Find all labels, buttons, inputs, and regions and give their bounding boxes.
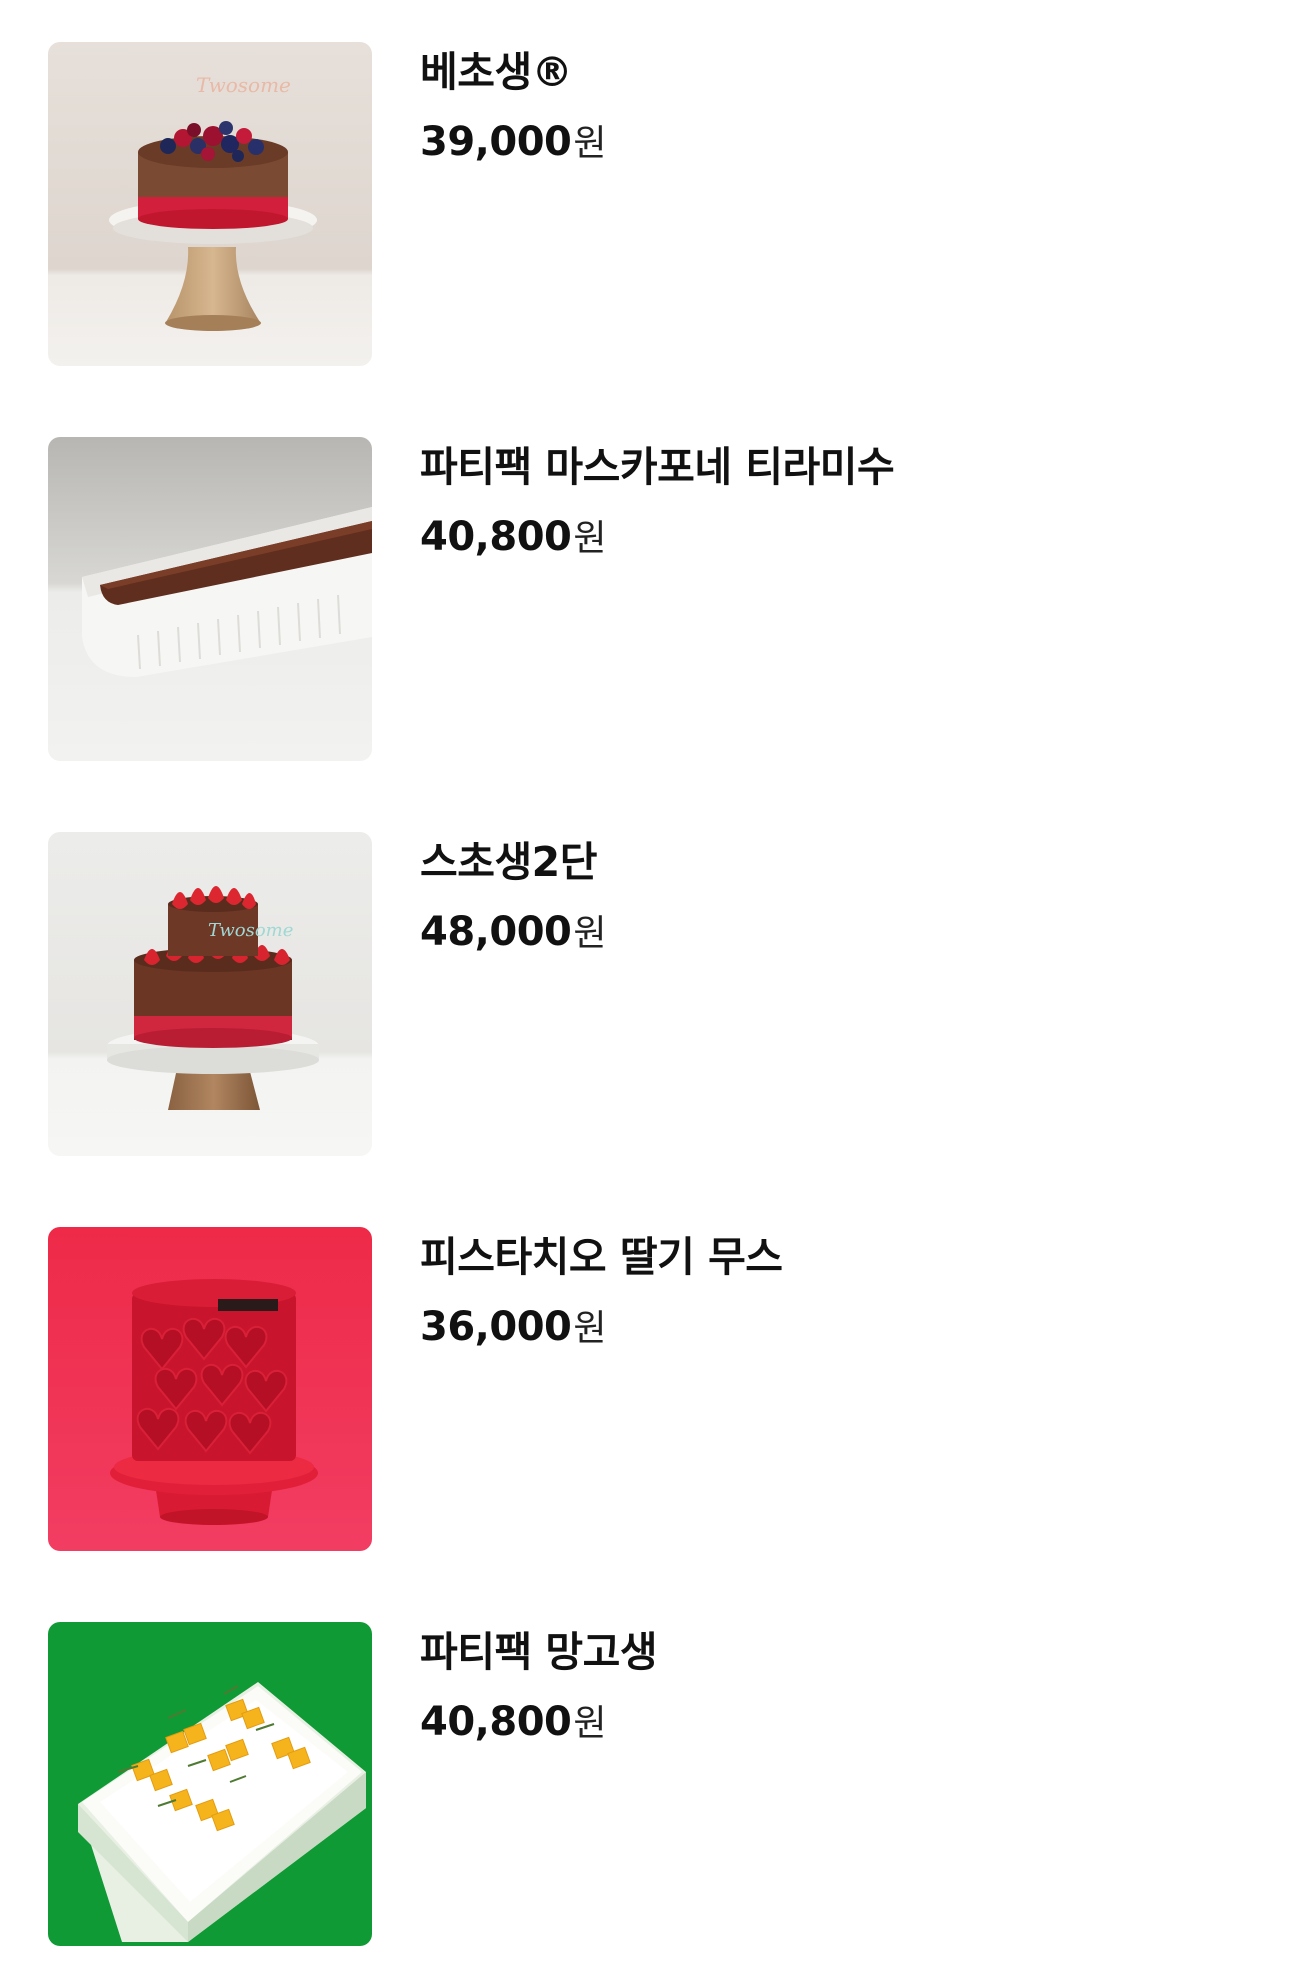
product-name: 피스타치오 딸기 무스 bbox=[420, 1233, 783, 1281]
price-amount: 36,000 bbox=[420, 1304, 572, 1350]
product-list: Twosome 베초생® 39,000원 파티팩 마스카포네 티라미수 40,8… bbox=[0, 0, 1290, 1980]
price-currency: 원 bbox=[573, 123, 607, 164]
svg-text:Twosome: Twosome bbox=[208, 920, 293, 941]
product-price: 48,000원 bbox=[420, 906, 1248, 966]
product-item[interactable]: 파티팩 망고생 40,800원 bbox=[48, 1622, 1248, 1946]
price-amount: 40,800 bbox=[420, 514, 572, 560]
red-heart-mousse-cake-photo bbox=[48, 1227, 372, 1551]
price-amount: 39,000 bbox=[420, 119, 572, 165]
product-price: 36,000원 bbox=[420, 1301, 1248, 1361]
product-image[interactable]: Twosome bbox=[48, 832, 372, 1156]
product-info: 스초생2단 48,000원 bbox=[420, 832, 1248, 966]
product-image[interactable] bbox=[48, 437, 372, 761]
chocolate-berry-cake-photo: Twosome bbox=[48, 42, 372, 366]
product-name: 스초생2단 bbox=[420, 838, 597, 886]
product-info: 피스타치오 딸기 무스 36,000원 bbox=[420, 1227, 1248, 1361]
product-price: 39,000원 bbox=[420, 116, 1248, 176]
product-info: 파티팩 마스카포네 티라미수 40,800원 bbox=[420, 437, 1248, 571]
product-price: 40,800원 bbox=[420, 1696, 1248, 1756]
product-name: 파티팩 마스카포네 티라미수 bbox=[420, 443, 895, 491]
product-info: 베초생® 39,000원 bbox=[420, 42, 1248, 176]
product-item[interactable]: Twosome 스초생2단 48,000원 bbox=[48, 832, 1248, 1156]
svg-text:Twosome: Twosome bbox=[196, 73, 291, 97]
tiramisu-tray-photo bbox=[48, 437, 372, 761]
product-image[interactable] bbox=[48, 1622, 372, 1946]
product-name: 파티팩 망고생 bbox=[420, 1628, 658, 1676]
product-item[interactable]: 파티팩 마스카포네 티라미수 40,800원 bbox=[48, 437, 1248, 761]
product-item[interactable]: Twosome 베초생® 39,000원 bbox=[48, 42, 1248, 366]
mango-cream-tray-photo bbox=[48, 1622, 372, 1946]
price-currency: 원 bbox=[573, 1308, 607, 1349]
product-name: 베초생® bbox=[420, 48, 573, 96]
price-currency: 원 bbox=[573, 913, 607, 954]
product-image[interactable]: Twosome bbox=[48, 42, 372, 366]
two-tier-strawberry-cake-photo: Twosome bbox=[48, 832, 372, 1156]
price-currency: 원 bbox=[573, 1703, 607, 1744]
product-image[interactable] bbox=[48, 1227, 372, 1551]
price-amount: 48,000 bbox=[420, 909, 572, 955]
price-currency: 원 bbox=[573, 518, 607, 559]
product-price: 40,800원 bbox=[420, 511, 1248, 571]
product-info: 파티팩 망고생 40,800원 bbox=[420, 1622, 1248, 1756]
product-item[interactable]: 피스타치오 딸기 무스 36,000원 bbox=[48, 1227, 1248, 1551]
price-amount: 40,800 bbox=[420, 1699, 572, 1745]
